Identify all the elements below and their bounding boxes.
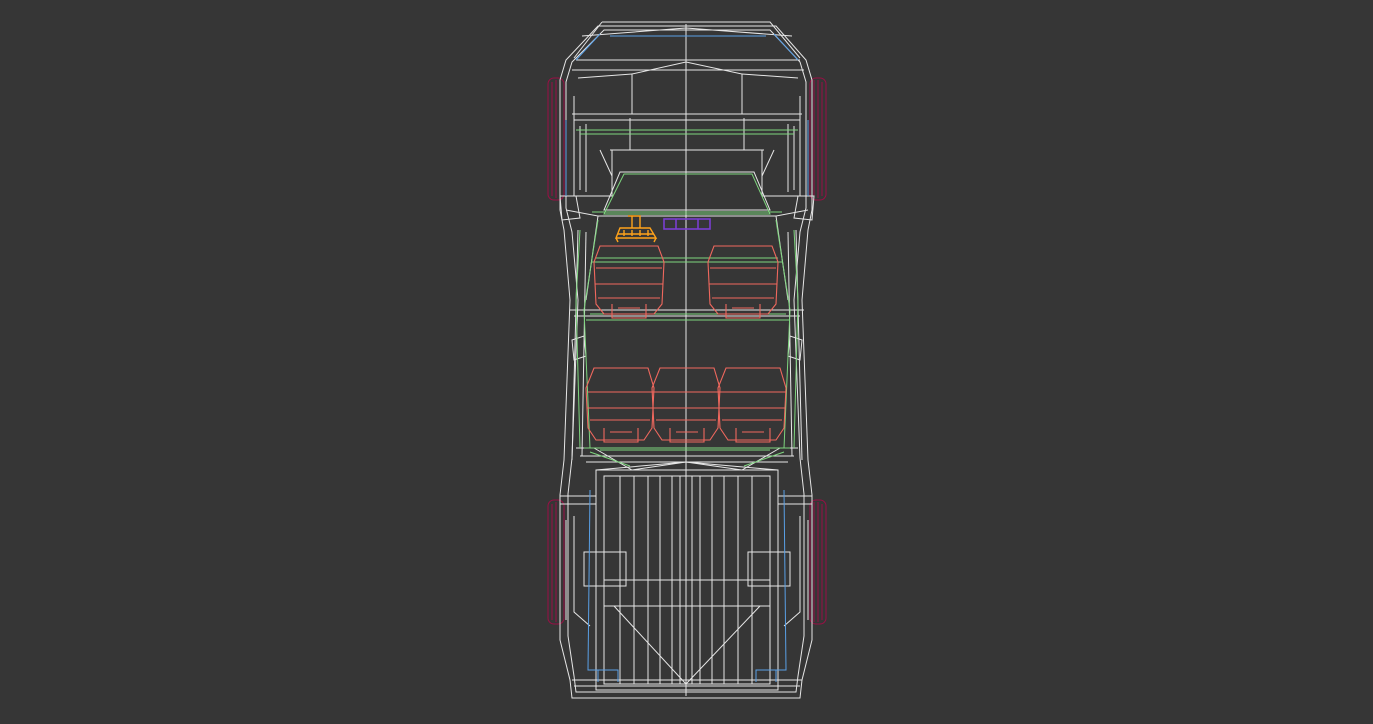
truck-body-outline <box>559 21 815 699</box>
rear-seat-left <box>585 367 655 443</box>
rear-seat-right <box>717 367 787 443</box>
truck-wireframe-model[interactable] <box>0 0 1373 724</box>
wheel-front-left <box>547 77 565 201</box>
front-seat-left <box>593 245 665 319</box>
truck-hard-edges <box>565 33 809 682</box>
steering-wheel <box>614 215 658 243</box>
wheel-rear-left <box>547 499 565 625</box>
3d-viewport[interactable] <box>0 0 1373 724</box>
front-seat-right <box>707 245 779 319</box>
dashboard-console <box>663 218 711 230</box>
